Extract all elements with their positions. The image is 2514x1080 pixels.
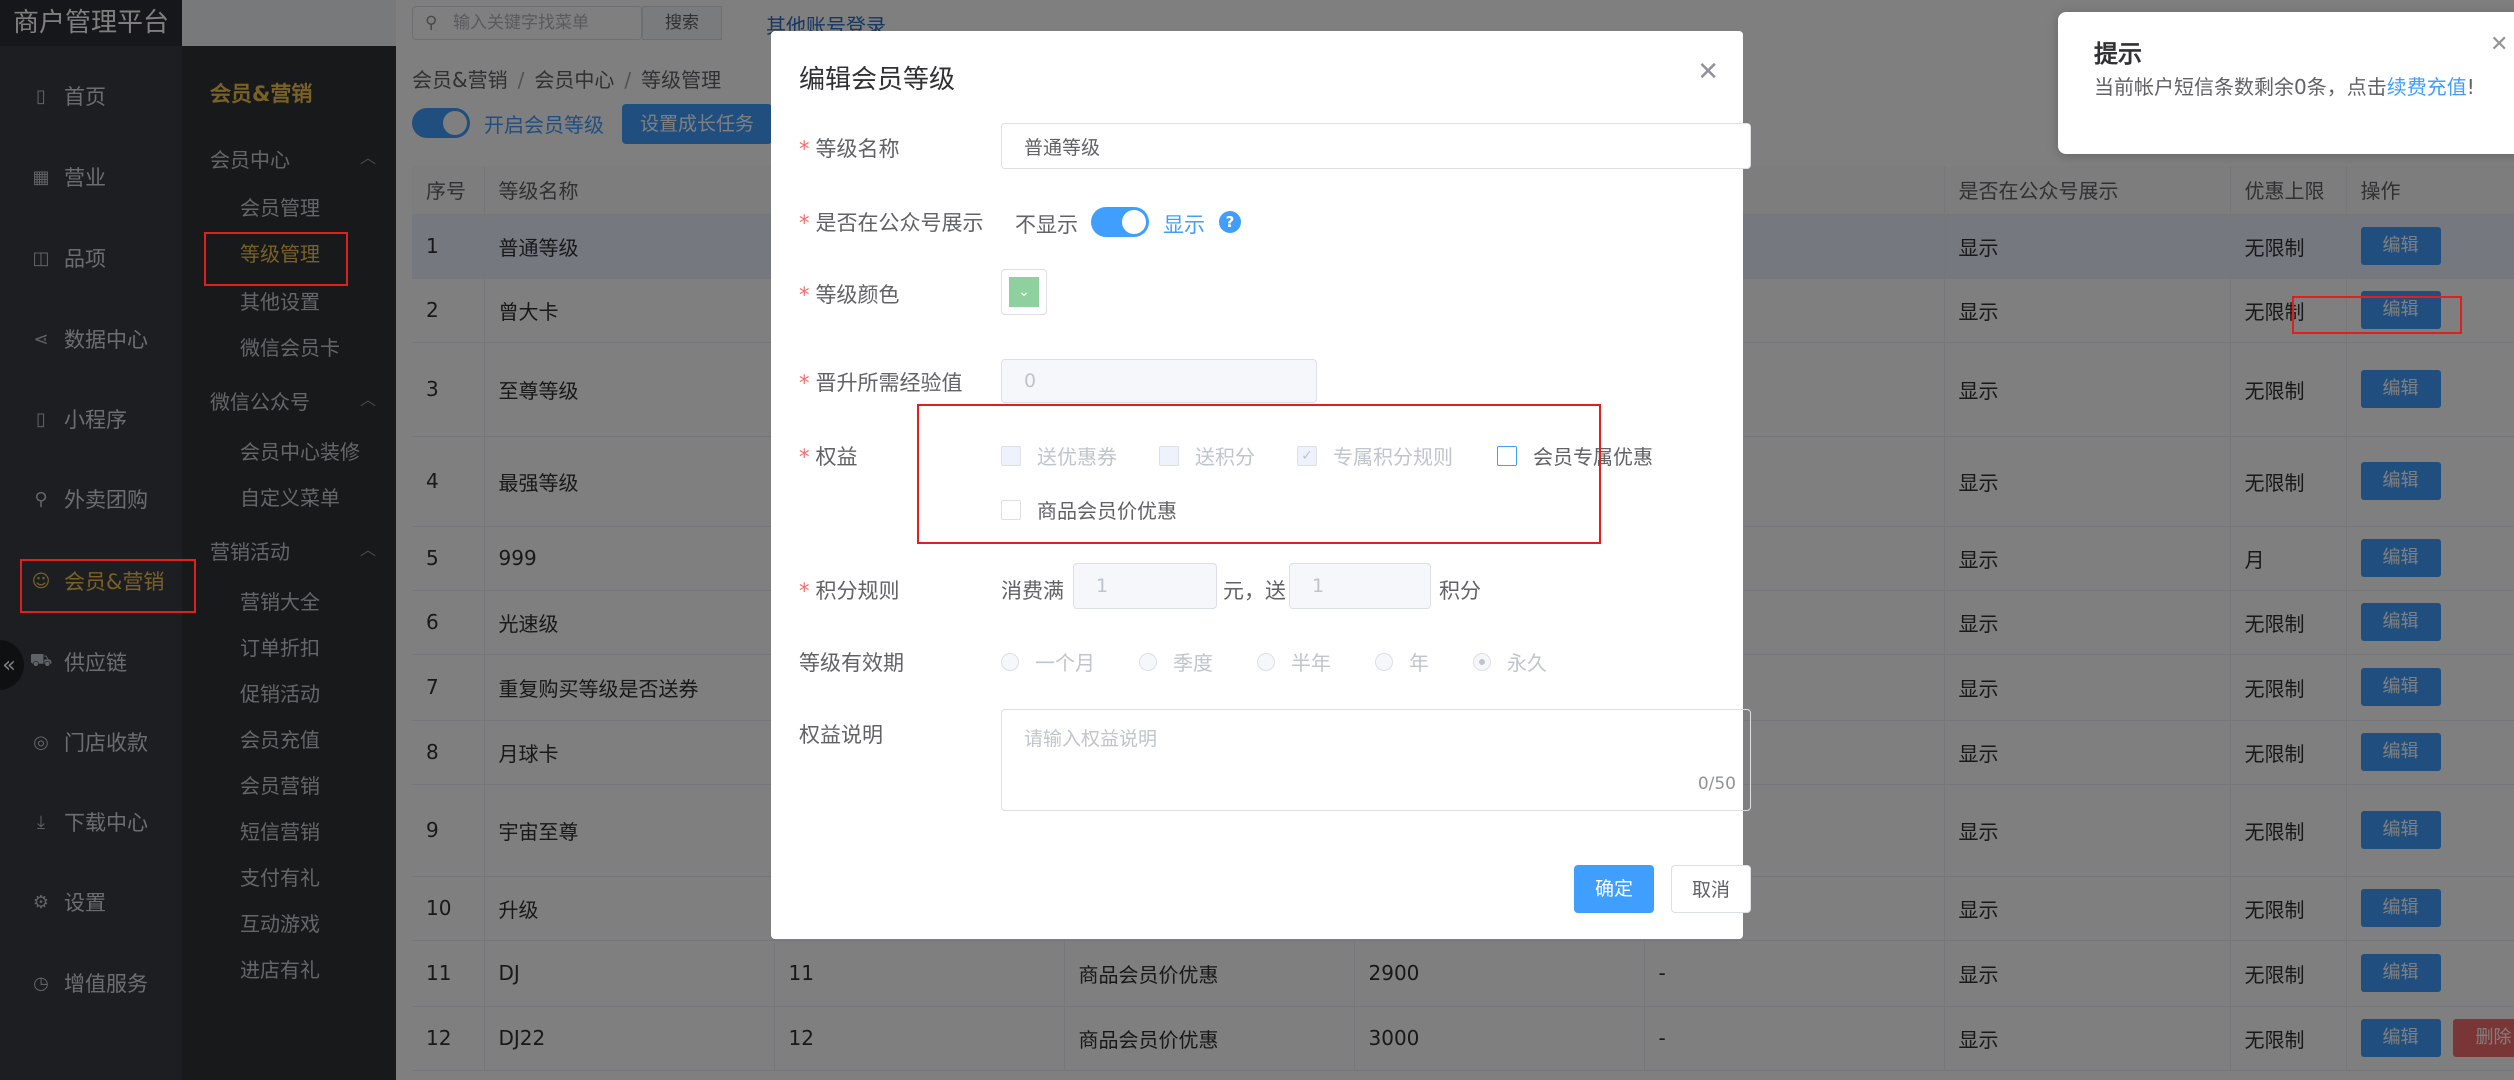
help-icon[interactable]: ? (1219, 211, 1241, 233)
validity-label: 等级有效期 (799, 651, 904, 675)
cancel-button[interactable]: 取消 (1671, 865, 1751, 913)
level-name-input[interactable]: 普通等级 (1001, 123, 1751, 169)
points-mid: 元，送 (1223, 579, 1286, 603)
points-value-input[interactable]: 1 (1289, 563, 1431, 609)
level-name-label: * 等级名称 (799, 137, 900, 161)
annotation-box-edit-button (2292, 296, 2462, 334)
annotation-box-member-marketing (20, 559, 196, 613)
edit-level-dialog: 编辑会员等级 ✕ * 等级名称 普通等级 * 是否在公众号展示 不显示 显示 ? *… (771, 31, 1751, 939)
points-prefix: 消费满 (1001, 579, 1064, 603)
show-off-label: 不显示 (1015, 213, 1078, 237)
notification-message: 当前帐户短信条数剩余0条，点击续费充值! (2094, 75, 2475, 99)
notification-title: 提示 (2094, 40, 2142, 68)
dialog-title: 编辑会员等级 (799, 65, 956, 95)
validity-half-year-radio[interactable]: 半年 (1257, 647, 1331, 676)
points-amount-input[interactable]: 1 (1073, 563, 1217, 609)
confirm-button[interactable]: 确定 (1574, 865, 1654, 913)
annotation-box-benefits (917, 404, 1601, 544)
show-on-label: 显示 (1163, 213, 1205, 237)
points-rule-label: * 积分规则 (799, 579, 900, 603)
annotation-box-level-management (204, 232, 348, 286)
close-icon[interactable]: ✕ (1697, 57, 1719, 87)
exp-label: * 晋升所需经验值 (799, 371, 963, 395)
level-color-label: * 等级颜色 (799, 283, 900, 307)
validity-year-radio[interactable]: 年 (1375, 647, 1429, 676)
benefit-desc-textarea[interactable]: 请输入权益说明 0/50 (1001, 709, 1751, 811)
exp-input[interactable]: 0 (1001, 359, 1317, 403)
level-color-picker[interactable]: ⌄ (1001, 269, 1047, 315)
sms-notification: 提示 ✕ 当前帐户短信条数剩余0条，点击续费充值! (2058, 12, 2514, 154)
points-suffix: 积分 (1439, 579, 1481, 603)
validity-month-radio[interactable]: 一个月 (1001, 647, 1095, 676)
benefit-desc-label: 权益说明 (799, 723, 883, 747)
chevron-down-icon: ⌄ (1009, 277, 1039, 307)
recharge-link[interactable]: 续费充值 (2387, 75, 2467, 99)
validity-forever-radio[interactable]: 永久 (1473, 647, 1547, 676)
show-official-label: * 是否在公众号展示 (799, 211, 984, 235)
show-official-switch[interactable] (1091, 207, 1149, 237)
char-counter: 0/50 (1697, 774, 1736, 794)
validity-quarter-radio[interactable]: 季度 (1139, 647, 1213, 676)
close-icon[interactable]: ✕ (2490, 32, 2508, 57)
benefit-label: * 权益 (799, 445, 858, 469)
